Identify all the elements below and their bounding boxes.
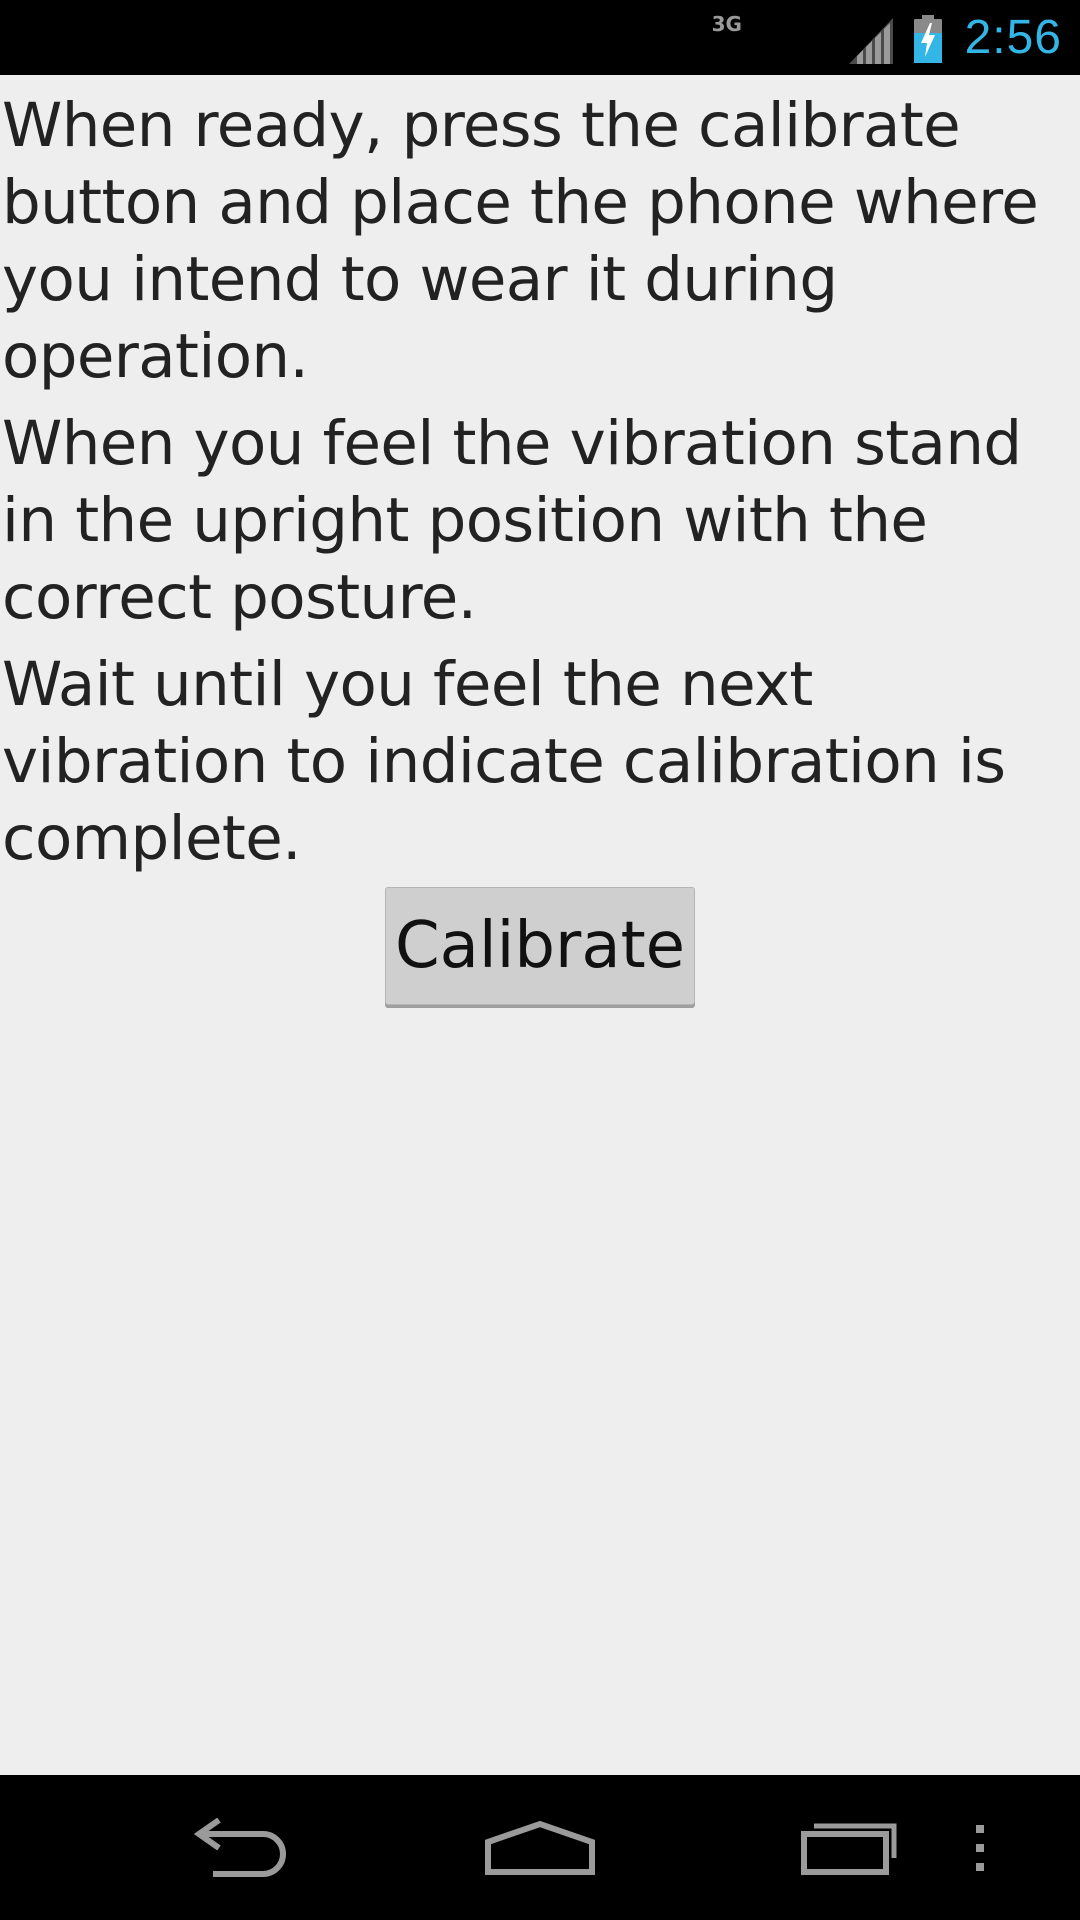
back-icon [193,1818,286,1877]
recent-apps-icon [801,1823,897,1875]
status-bar: 3G 2:56 [0,0,1080,75]
clock: 2:56 [964,11,1062,64]
home-button[interactable] [470,1803,610,1893]
network-type-label: 3G [711,12,742,36]
button-container: Calibrate [0,887,1080,1005]
instruction-step-2: When you feel the vibration stand in the… [2,408,1022,633]
instructions: When ready, press the calibrate button a… [0,75,1080,877]
home-icon [485,1820,595,1875]
calibrate-button[interactable]: Calibrate [385,887,695,1005]
calibration-screen: When ready, press the calibrate button a… [0,75,1080,1775]
status-icons: 3G 2:56 [712,0,1062,75]
navigation-bar [0,1775,1080,1920]
signal-icon [848,17,893,64]
recent-apps-button[interactable] [775,1803,915,1893]
instruction-step-3: Wait until you feel the next vibration t… [2,649,1006,874]
overflow-menu-icon [976,1825,984,1871]
battery-charging-icon [913,14,942,63]
overflow-menu-button[interactable] [950,1803,1010,1893]
back-button[interactable] [170,1803,310,1893]
instruction-step-1: When ready, press the calibrate button a… [2,90,1039,392]
